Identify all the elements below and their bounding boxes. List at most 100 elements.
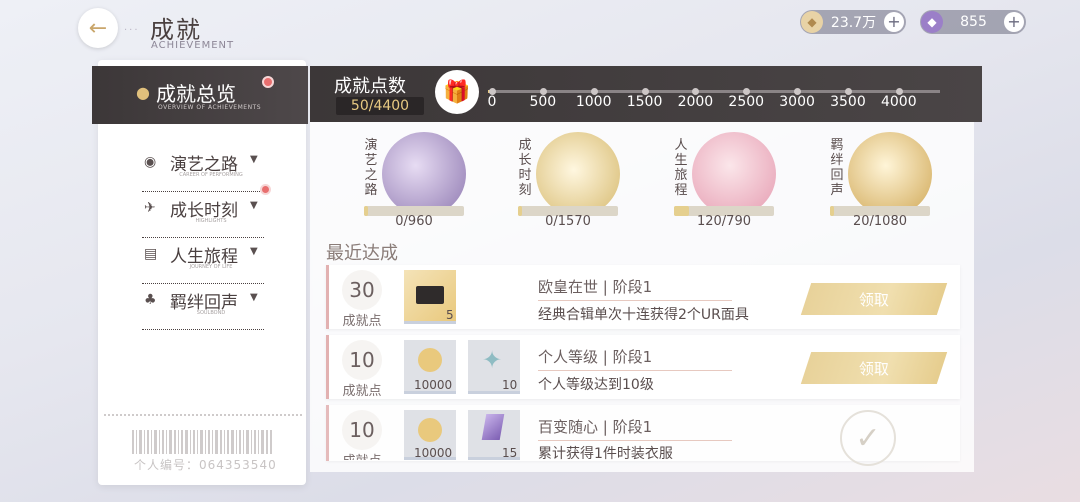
- currency-coins: ◆ 23.7万 +: [800, 10, 906, 34]
- sidebar-item-soulbond[interactable]: ♣ 羁绊回声 SOULBOND ▼: [142, 284, 264, 330]
- back-button[interactable]: ←: [78, 8, 118, 48]
- notification-dot: [262, 76, 274, 88]
- category-card[interactable]: 人生旅程 120/790: [672, 130, 792, 232]
- sidebar-item-career[interactable]: ◉ 演艺之路 CAREER OF PERFORMING ▼: [142, 146, 264, 192]
- achievement-name: 百变随心 | 阶段1: [538, 418, 653, 436]
- points-label: 成就点: [342, 314, 382, 329]
- category-emblem-icon: [692, 132, 776, 216]
- sidebar-item-journey[interactable]: ▤ 人生旅程 JOURNEY OF LIFE ▼: [142, 238, 264, 284]
- category-progress-text: 120/790: [696, 214, 751, 229]
- category-label: 成长时刻: [518, 138, 532, 198]
- ticket-perforation: [104, 414, 302, 416]
- points-label: 成就点: [342, 384, 382, 399]
- coin-icon: [418, 418, 442, 442]
- user-id: 个人编号：0643535​40: [134, 458, 277, 472]
- category-card[interactable]: 演艺之路 0/960: [362, 130, 482, 232]
- category-progress-text: 0/960: [395, 214, 433, 229]
- video-camera-icon: ◉: [144, 154, 157, 170]
- gem-value: 855: [960, 14, 987, 30]
- category-card[interactable]: 羁绊回声 20/1080: [828, 130, 948, 232]
- notification-dot: [260, 184, 271, 195]
- overview-subtitle: OVERVIEW OF ACHIEVEMENTS: [158, 104, 262, 111]
- achievement-name: 欧皇在世 | 阶段1: [538, 278, 653, 296]
- airplane-icon: ✈: [144, 200, 156, 216]
- sidebar-item-highlights[interactable]: ✈ 成长时刻 HIGHLIGHTS ▼: [142, 184, 271, 238]
- reward-qty: 10: [502, 378, 518, 392]
- category-progress-text: 20/1080: [852, 214, 907, 229]
- category-emblem-icon: [536, 132, 620, 216]
- document-icon: ▤: [144, 246, 158, 262]
- chevron-down-icon: ▼: [250, 200, 258, 211]
- sidebar-item-sublabel: SOULBOND: [196, 310, 226, 316]
- header-divider: ···: [124, 25, 140, 36]
- claim-label: 领取: [858, 290, 889, 309]
- points-tick-label: 1000: [575, 94, 612, 110]
- coin-value: 23.7万: [830, 15, 877, 31]
- achievement-desc: 累计获得1件时装衣服: [538, 446, 673, 462]
- star-shard-icon: ✦: [482, 346, 503, 374]
- category-emblem-icon: [382, 132, 466, 216]
- chevron-down-icon: ▼: [250, 292, 258, 303]
- overview-tab[interactable]: ● 成就总览 OVERVIEW OF ACHIEVEMENTS: [92, 66, 308, 124]
- points-tick-label: 3000: [779, 94, 815, 110]
- claim-button[interactable]: 领取: [800, 352, 948, 384]
- points-tick-label: 1500: [626, 94, 663, 110]
- coin-icon: [418, 348, 442, 372]
- gem-icon: [481, 414, 505, 440]
- ticket-icon: [416, 286, 444, 304]
- divider: [538, 440, 732, 441]
- points-value: 10: [342, 410, 382, 450]
- add-gems-button[interactable]: +: [1004, 12, 1024, 32]
- category-card[interactable]: 成长时刻 0/1570: [516, 130, 636, 232]
- reward-qty: 15: [502, 446, 518, 460]
- reward-item[interactable]: 10000: [404, 340, 456, 394]
- reward-qty: 5: [446, 308, 454, 322]
- points-tick-label: 500: [529, 94, 557, 110]
- chevron-down-icon: ▼: [250, 154, 258, 165]
- chevron-down-icon: ▼: [250, 246, 258, 257]
- points-title: 成就点数: [334, 76, 406, 97]
- divider: [538, 370, 732, 371]
- category-progress-text: 0/1570: [545, 214, 591, 229]
- points-value: 30: [342, 270, 382, 310]
- points-tick-label: 2500: [728, 94, 765, 110]
- gift-icon[interactable]: 🎁: [435, 70, 479, 114]
- arrow-left-icon: ←: [88, 15, 108, 41]
- points-track: [488, 90, 940, 93]
- points-tick-label: 0: [487, 94, 497, 110]
- achievement-desc: 个人等级达到10级: [538, 377, 654, 393]
- barcode-image: [132, 430, 272, 454]
- recent-title: 最近达成: [326, 243, 398, 264]
- page-subtitle: ACHIEVEMENT: [151, 40, 235, 51]
- divider: [538, 300, 732, 301]
- points-tick-label: 2000: [677, 94, 714, 110]
- clover-icon: ♣: [144, 292, 157, 308]
- points-label: 成就点: [340, 450, 384, 460]
- reward-item[interactable]: ✦ 10: [468, 340, 520, 394]
- sidebar-item-sublabel: HIGHLIGHTS: [195, 218, 227, 224]
- sidebar-item-sublabel: JOURNEY OF LIFE: [189, 264, 233, 270]
- reward-qty: 10000: [414, 378, 453, 392]
- reward-item[interactable]: 5: [404, 270, 456, 324]
- achievement-desc: 经典合辑单次十连获得2个UR面具: [538, 307, 749, 323]
- overview-title: 成就总览: [156, 82, 236, 106]
- achievement-name: 个人等级 | 阶段1: [538, 348, 653, 366]
- reward-qty: 10000: [414, 446, 453, 460]
- points-value: 10: [342, 340, 382, 380]
- reward-item[interactable]: 15: [468, 410, 520, 460]
- claim-label: 领取: [858, 359, 889, 378]
- gem-icon: ◆: [921, 11, 943, 33]
- coin-icon: ◆: [801, 11, 823, 33]
- points-tick-label: 4000: [880, 94, 917, 110]
- add-coins-button[interactable]: +: [884, 12, 904, 32]
- currency-gems: ◆ 855 +: [920, 10, 1026, 34]
- sidebar-item-sublabel: CAREER OF PERFORMING: [179, 172, 243, 178]
- location-pin-icon: ●: [136, 83, 150, 102]
- reward-item[interactable]: 10000: [404, 410, 456, 460]
- category-label: 演艺之路: [364, 138, 378, 198]
- category-label: 人生旅程: [674, 138, 688, 198]
- claim-button[interactable]: 领取: [800, 283, 948, 315]
- points-value: 50/4400: [336, 97, 424, 115]
- category-emblem-icon: [848, 132, 932, 216]
- claimed-check-icon: ✓: [840, 410, 896, 466]
